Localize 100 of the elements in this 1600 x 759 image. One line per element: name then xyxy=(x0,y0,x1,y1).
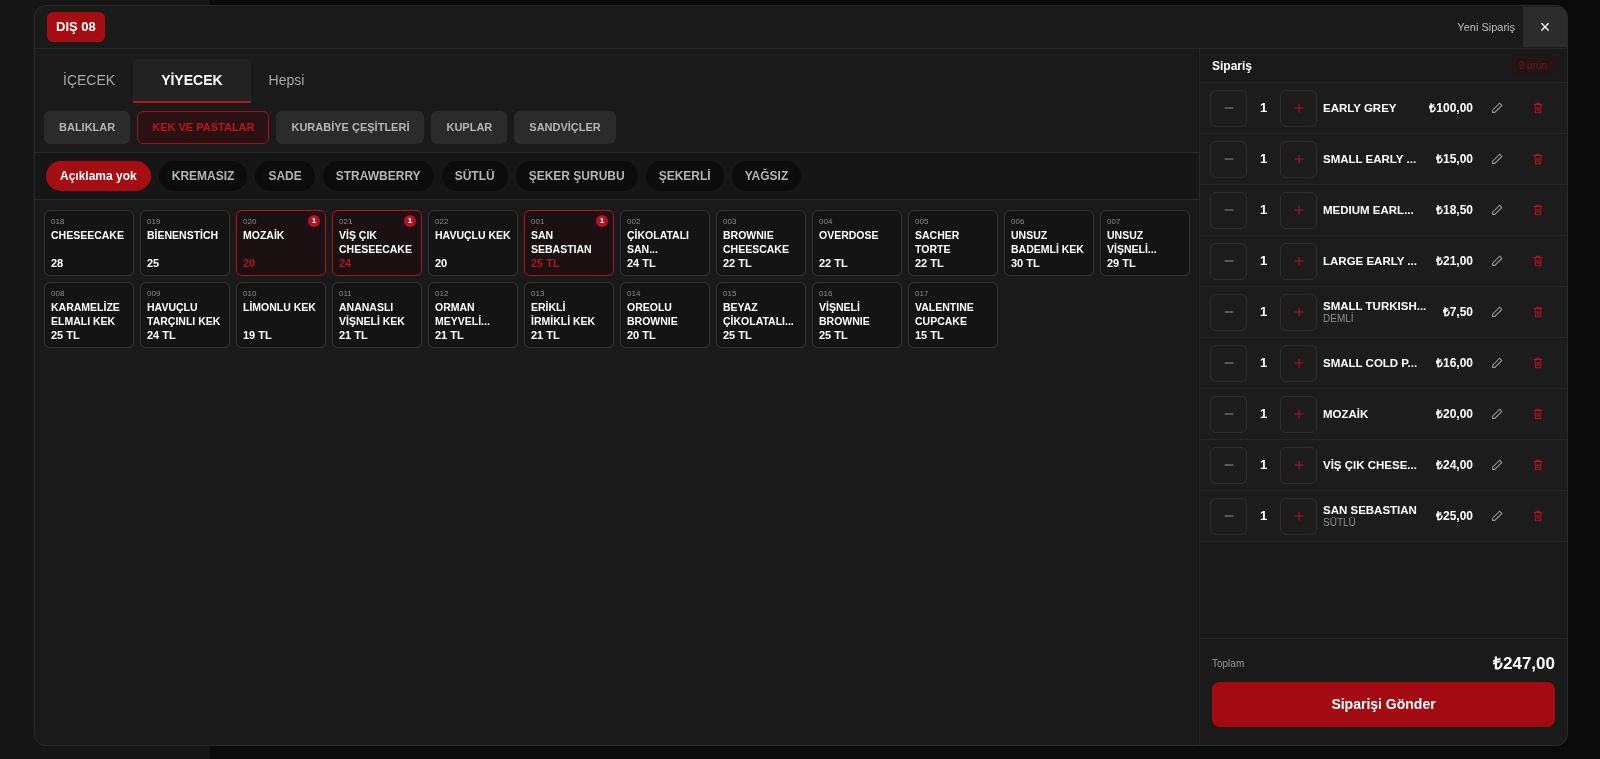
quantity: 1 xyxy=(1258,405,1269,424)
total-amount: ₺247,00 xyxy=(1493,652,1555,675)
trash-icon[interactable] xyxy=(1531,305,1545,319)
product-card[interactable]: 020 MOZAİK 20 1 xyxy=(236,210,326,276)
product-card[interactable]: 012 ORMAN MEYVELİ... 21 TL xyxy=(428,282,518,348)
option-chip[interactable]: KREMASIZ xyxy=(158,161,248,191)
quantity: 1 xyxy=(1258,303,1269,322)
product-card[interactable]: 021 VİŞ ÇIK CHESEECAKE 24 1 xyxy=(332,210,422,276)
product-price: 25 TL xyxy=(51,329,80,342)
product-card[interactable]: 018 CHESEECAKE 28 xyxy=(44,210,134,276)
product-name: ÇİKOLATALI SAN... xyxy=(627,228,690,256)
decrease-button[interactable] xyxy=(1210,242,1247,280)
product-card[interactable]: 010 LİMONLU KEK 19 TL xyxy=(236,282,326,348)
subcategory-button[interactable]: KUPLAR xyxy=(431,111,508,144)
product-name: VALENTINE CUPCAKE xyxy=(915,300,975,328)
subcategory-button[interactable]: KURABİYE ÇEŞİTLERİ xyxy=(276,111,425,144)
trash-icon[interactable] xyxy=(1531,152,1545,166)
product-card[interactable]: 002 ÇİKOLATALI SAN... 24 TL xyxy=(620,210,710,276)
pencil-icon[interactable] xyxy=(1490,458,1504,472)
product-name: OVERDOSE xyxy=(819,228,879,242)
item-note: DEMLİ xyxy=(1323,313,1355,325)
product-card[interactable]: 004 OVERDOSE 22 TL xyxy=(812,210,902,276)
quantity: 1 xyxy=(1258,150,1269,169)
increase-button[interactable] xyxy=(1280,140,1317,178)
product-card[interactable]: 001 SAN SEBASTIAN 25 TL 1 xyxy=(524,210,614,276)
product-card[interactable]: 019 BİENENSTİCH 25 xyxy=(140,210,230,276)
decrease-button[interactable] xyxy=(1210,395,1247,433)
product-name: SAN SEBASTIAN xyxy=(531,228,593,256)
trash-icon[interactable] xyxy=(1531,254,1545,268)
item-name: VİŞ ÇIK CHESE... xyxy=(1323,458,1418,472)
category-tab[interactable]: İÇECEK xyxy=(45,59,134,103)
option-chip[interactable]: ŞEKER ŞURUBU xyxy=(515,161,638,191)
product-name: LİMONLU KEK xyxy=(243,300,316,314)
decrease-button[interactable] xyxy=(1210,293,1247,331)
option-chip[interactable]: SÜTLÜ xyxy=(441,161,508,191)
increase-button[interactable] xyxy=(1280,344,1317,382)
pencil-icon[interactable] xyxy=(1490,152,1504,166)
product-card[interactable]: 022 HAVUÇLU KEK 20 xyxy=(428,210,518,276)
product-name: KARAMELİZE ELMALI KEK xyxy=(51,300,121,328)
trash-icon[interactable] xyxy=(1531,101,1545,115)
pencil-icon[interactable] xyxy=(1490,254,1504,268)
increase-button[interactable] xyxy=(1280,191,1317,229)
product-name: OREOLU BROWNIE xyxy=(627,300,679,328)
decrease-button[interactable] xyxy=(1210,344,1247,382)
option-chip[interactable]: STRAWBERRY xyxy=(322,161,434,191)
product-card[interactable]: 005 SACHER TORTE 22 TL xyxy=(908,210,998,276)
trash-icon[interactable] xyxy=(1531,356,1545,370)
pencil-icon[interactable] xyxy=(1490,305,1504,319)
trash-icon[interactable] xyxy=(1531,407,1545,421)
product-card[interactable]: 013 ERİKLİ İRMİKLİ KEK 21 TL xyxy=(524,282,614,348)
increase-button[interactable] xyxy=(1280,497,1317,535)
subcategory-button[interactable]: SANDVİÇLER xyxy=(514,111,616,144)
pencil-icon[interactable] xyxy=(1490,509,1504,523)
product-card[interactable]: 017 VALENTINE CUPCAKE 15 TL xyxy=(908,282,998,348)
option-chip[interactable]: Açıklama yok xyxy=(46,161,151,191)
item-price: ₺7,50 xyxy=(1442,304,1473,321)
option-chip[interactable]: YAĞSIZ xyxy=(731,161,802,191)
increase-button[interactable] xyxy=(1280,89,1317,127)
category-tab[interactable]: YİYECEK xyxy=(133,59,251,103)
product-card[interactable]: 006 UNSUZ BADEMLİ KEK 30 TL xyxy=(1004,210,1094,276)
product-card[interactable]: 008 KARAMELİZE ELMALI KEK 25 TL xyxy=(44,282,134,348)
subcategory-button[interactable]: BALIKLAR xyxy=(44,111,131,144)
option-chip[interactable]: ŞEKERLİ xyxy=(645,161,724,191)
decrease-button[interactable] xyxy=(1210,446,1247,484)
decrease-button[interactable] xyxy=(1210,140,1247,178)
decrease-button[interactable] xyxy=(1210,191,1247,229)
item-price: ₺18,50 xyxy=(1435,202,1473,219)
product-name: BEYAZ ÇİKOLATALI... xyxy=(723,300,795,328)
trash-icon[interactable] xyxy=(1531,509,1545,523)
decrease-button[interactable] xyxy=(1210,497,1247,535)
product-code: 006 xyxy=(1011,217,1025,227)
trash-icon[interactable] xyxy=(1531,458,1545,472)
increase-button[interactable] xyxy=(1280,293,1317,331)
option-chip[interactable]: SADE xyxy=(255,161,315,191)
item-count-badge: 9 ürün xyxy=(1510,55,1555,76)
increase-button[interactable] xyxy=(1280,395,1317,433)
decrease-button[interactable] xyxy=(1210,89,1247,127)
category-tab[interactable]: Hepsi xyxy=(250,59,323,103)
pencil-icon[interactable] xyxy=(1490,101,1504,115)
product-name: HAVUÇLU KEK xyxy=(435,228,511,242)
product-card[interactable]: 009 HAVUÇLU TARÇINLI KEK 24 TL xyxy=(140,282,230,348)
table-badge: DIŞ 08 xyxy=(47,12,105,42)
pencil-icon[interactable] xyxy=(1490,356,1504,370)
product-price: 20 xyxy=(435,257,448,270)
pencil-icon[interactable] xyxy=(1490,407,1504,421)
product-code: 009 xyxy=(147,289,161,299)
trash-icon[interactable] xyxy=(1531,203,1545,217)
product-card[interactable]: 016 VİŞNELİ BROWNIE 25 TL xyxy=(812,282,902,348)
product-card[interactable]: 011 ANANASLI VİŞNELİ KEK 21 TL xyxy=(332,282,422,348)
increase-button[interactable] xyxy=(1280,242,1317,280)
product-card[interactable]: 015 BEYAZ ÇİKOLATALI... 25 TL xyxy=(716,282,806,348)
submit-order-button[interactable]: Siparişi Gönder xyxy=(1212,682,1555,727)
product-card[interactable]: 007 UNSUZ VİŞNELİ... 29 TL xyxy=(1100,210,1190,276)
close-button[interactable]: × xyxy=(1523,7,1567,47)
product-card[interactable]: 003 BROWNIE CHEESCAKE 22 TL xyxy=(716,210,806,276)
increase-button[interactable] xyxy=(1280,446,1317,484)
pencil-icon[interactable] xyxy=(1490,203,1504,217)
item-price: ₺16,00 xyxy=(1435,355,1473,372)
product-card[interactable]: 014 OREOLU BROWNIE 20 TL xyxy=(620,282,710,348)
item-price: ₺21,00 xyxy=(1435,253,1473,270)
